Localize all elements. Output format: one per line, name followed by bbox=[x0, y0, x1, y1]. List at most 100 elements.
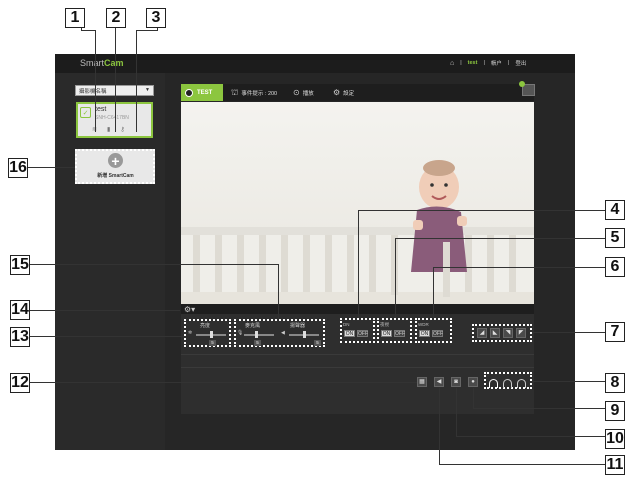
trash-icon[interactable]: ▮ bbox=[107, 126, 110, 133]
callout-line bbox=[358, 210, 359, 318]
callout-12: 12 bbox=[10, 373, 30, 393]
divider bbox=[181, 367, 534, 368]
flip-none-icon[interactable]: ◢ bbox=[477, 328, 487, 338]
divider bbox=[181, 354, 534, 355]
callout-11: 11 bbox=[605, 455, 625, 475]
callout-line bbox=[30, 310, 180, 311]
mic-label: 麥克風 bbox=[245, 323, 261, 329]
toggle-1-off[interactable]: OFF bbox=[357, 330, 368, 337]
callout-16: 16 bbox=[8, 158, 28, 178]
callout-line bbox=[439, 388, 440, 464]
quality-low-icon[interactable] bbox=[517, 379, 526, 388]
callout-4: 4 bbox=[605, 200, 625, 220]
flip-vertical-icon[interactable]: ◥ bbox=[503, 328, 513, 338]
plus-icon: + bbox=[108, 153, 123, 168]
speaker-icon: ◀ bbox=[281, 330, 285, 336]
home-icon[interactable]: ⌂ bbox=[450, 60, 454, 67]
toggle-3-label: WDR bbox=[418, 322, 429, 327]
callout-line bbox=[30, 336, 184, 337]
speaker-label: 揚聲器 bbox=[290, 323, 306, 329]
callout-line bbox=[473, 408, 605, 409]
quality-mid-icon[interactable] bbox=[503, 379, 512, 388]
callout-line bbox=[30, 382, 417, 383]
callout-line bbox=[30, 264, 278, 265]
callout-6: 6 bbox=[605, 257, 625, 277]
camera-snapshot-icon[interactable]: ◙ bbox=[451, 377, 461, 387]
callout-line bbox=[433, 267, 605, 268]
rotate-180-icon[interactable]: ◤ bbox=[516, 328, 526, 338]
settings-gear-icon[interactable]: ⚙▾ bbox=[184, 305, 195, 314]
callout-line bbox=[473, 388, 474, 408]
fullscreen-button[interactable] bbox=[519, 81, 535, 96]
camera-name: test bbox=[95, 106, 107, 113]
callout-line bbox=[532, 332, 605, 333]
smartcam-logo: SmartCam bbox=[80, 58, 124, 68]
toggle-2-on[interactable]: ON bbox=[381, 330, 392, 337]
callout-14: 14 bbox=[10, 300, 30, 320]
toggle-1-label: DN bbox=[343, 322, 350, 327]
callout-line bbox=[532, 381, 605, 382]
tab-events[interactable]: ⛫ 事件提示 : 200 bbox=[231, 84, 277, 101]
callout-5: 5 bbox=[605, 228, 625, 248]
callout-8: 8 bbox=[605, 373, 625, 393]
callout-line bbox=[456, 388, 457, 436]
speaker-knob[interactable] bbox=[303, 331, 306, 338]
grid-icon[interactable]: ▦ bbox=[417, 377, 427, 387]
camera-status-icon: ✓ bbox=[80, 107, 91, 118]
callout-line bbox=[278, 264, 279, 319]
callout-line bbox=[433, 267, 434, 318]
callout-13: 13 bbox=[10, 327, 30, 347]
callout-10: 10 bbox=[605, 429, 625, 449]
camera-id: SNH-C6417BN bbox=[95, 115, 129, 121]
tab-playback[interactable]: ⊙ 播放 bbox=[293, 84, 314, 101]
callout-2: 2 bbox=[106, 8, 126, 28]
mic-value: 5 bbox=[254, 340, 261, 346]
add-camera-label: 新增 SmartCam bbox=[97, 173, 134, 179]
camera-actions: ≋ ▮ ⚷ bbox=[92, 126, 125, 133]
callout-line bbox=[395, 238, 605, 239]
callout-line bbox=[395, 238, 396, 318]
callout-line bbox=[358, 210, 605, 211]
mic-knob[interactable] bbox=[255, 331, 258, 338]
callout-line bbox=[456, 436, 605, 437]
toggle-3-on[interactable]: ON bbox=[419, 330, 430, 337]
brightness-value: 5 bbox=[209, 340, 216, 346]
tab-live[interactable]: TEST bbox=[181, 84, 223, 101]
quality-high-icon[interactable] bbox=[489, 379, 498, 388]
brightness-knob[interactable] bbox=[210, 331, 213, 338]
play-icon: ⊙ bbox=[293, 88, 300, 97]
toggle-1-on[interactable]: ON bbox=[344, 330, 355, 337]
toggle-2-off[interactable]: OFF bbox=[394, 330, 405, 337]
status-dot-icon bbox=[519, 81, 525, 87]
account-link[interactable]: 帳户 bbox=[491, 59, 502, 67]
callout-line bbox=[28, 167, 75, 168]
callout-15: 15 bbox=[10, 255, 30, 275]
speaker-mute-icon[interactable]: ◀ bbox=[434, 377, 444, 387]
callout-line bbox=[439, 464, 605, 465]
brightness-icon: ✲ bbox=[188, 330, 193, 336]
toggle-2-label: 夜視 bbox=[380, 322, 389, 327]
callout-line bbox=[95, 30, 96, 132]
flip-horizontal-icon[interactable]: ◣ bbox=[490, 328, 500, 338]
callout-line bbox=[115, 20, 116, 132]
callout-line bbox=[81, 30, 95, 31]
callout-1: 1 bbox=[65, 8, 85, 28]
microphone-icon: 🎙 bbox=[237, 330, 244, 336]
top-nav: ⌂ | test | 帳户 | 登出 bbox=[450, 59, 527, 68]
user-link[interactable]: test bbox=[468, 60, 478, 66]
toggle-3-off[interactable]: OFF bbox=[432, 330, 443, 337]
alarm-icon: ⛫ bbox=[231, 87, 239, 97]
mic-slider[interactable] bbox=[244, 334, 274, 336]
logout-link[interactable]: 登出 bbox=[515, 59, 526, 67]
tab-settings[interactable]: ⚙ 設定 bbox=[333, 84, 354, 101]
record-icon bbox=[185, 88, 193, 97]
callout-7: 7 bbox=[605, 322, 625, 342]
key-icon[interactable]: ⚷ bbox=[120, 126, 124, 133]
brightness-label: 亮度 bbox=[200, 323, 211, 329]
callout-line bbox=[136, 30, 158, 31]
callout-3: 3 bbox=[146, 8, 166, 28]
speaker-value: 5 bbox=[314, 340, 321, 346]
record-button-icon[interactable]: ● bbox=[468, 377, 478, 387]
callout-line bbox=[136, 30, 137, 132]
gear-icon: ⚙ bbox=[333, 88, 341, 97]
